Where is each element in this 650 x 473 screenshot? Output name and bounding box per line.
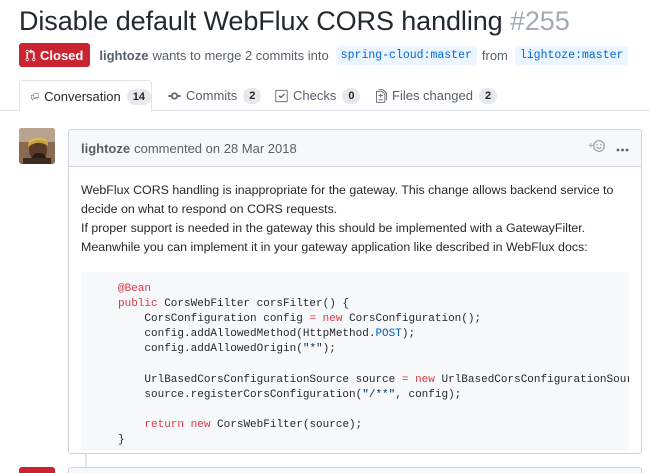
base-branch[interactable]: spring-cloud:master bbox=[335, 45, 477, 65]
code-token: UrlBasedCorsConfigurationSource source bbox=[118, 373, 402, 386]
svg-text:+: + bbox=[588, 141, 594, 152]
kebab-horizontal-icon[interactable] bbox=[616, 140, 629, 155]
head-branch[interactable]: lightoze:master bbox=[514, 45, 629, 65]
code-token: source.registerCorsConfiguration( bbox=[118, 388, 363, 401]
code-token: = bbox=[309, 313, 317, 326]
code-token: new bbox=[415, 373, 435, 386]
code-token: = bbox=[401, 373, 409, 386]
tab-files-changed-count: 2 bbox=[478, 87, 498, 104]
code-token: ); bbox=[322, 343, 336, 356]
comment-paragraph-2: If proper support is needed in the gatew… bbox=[81, 221, 588, 254]
comment-box: lightoze commented on 28 Mar 2018 + WebF… bbox=[68, 129, 642, 454]
code-token: , config); bbox=[395, 388, 462, 401]
code-token: return bbox=[144, 418, 185, 431]
code-token: @Bean bbox=[118, 283, 152, 295]
checks-icon bbox=[275, 89, 288, 102]
code-token: config.addAllowedOrigin( bbox=[118, 343, 303, 356]
file-diff-icon bbox=[376, 88, 387, 103]
tab-commits[interactable]: Commits 2 bbox=[168, 80, 262, 111]
pr-meta: Closed lightoze wants to merge 2 commits… bbox=[19, 43, 633, 67]
smiley-icon[interactable]: + bbox=[588, 139, 606, 156]
tab-checks[interactable]: Checks 0 bbox=[275, 80, 361, 111]
tab-commits-count: 2 bbox=[243, 87, 262, 104]
timeline-line bbox=[85, 454, 87, 468]
tab-files-changed-label: Files changed bbox=[392, 88, 473, 103]
tab-conversation-count: 14 bbox=[126, 88, 151, 105]
code-token: new bbox=[322, 313, 343, 326]
next-avatar[interactable] bbox=[19, 467, 55, 473]
code-token: } bbox=[118, 433, 125, 446]
code-token: CorsWebFilter corsFilter() { bbox=[157, 298, 350, 311]
code-token: UrlBasedCorsConfigurationSource( bbox=[441, 373, 629, 386]
from-text: from bbox=[481, 47, 508, 63]
comment-date[interactable]: commented on 28 Mar 2018 bbox=[134, 141, 297, 156]
git-commit-icon bbox=[168, 92, 181, 99]
pr-tabs: Conversation 14 Commits 2 Checks 0 Files… bbox=[0, 80, 650, 112]
merge-text: wants to merge 2 commits into bbox=[152, 47, 329, 63]
comment-discussion-icon bbox=[31, 92, 40, 101]
comment-author-link[interactable]: lightoze bbox=[81, 141, 130, 156]
comment-paragraph-1: WebFlux CORS handling is inappropriate f… bbox=[81, 183, 614, 216]
code-token: POST bbox=[375, 328, 402, 341]
code-token: CorsConfiguration config bbox=[118, 313, 310, 326]
code-token: "*" bbox=[302, 343, 323, 356]
tab-checks-label: Checks bbox=[293, 88, 337, 103]
code-token: public bbox=[118, 298, 158, 311]
tab-conversation-label: Conversation bbox=[44, 89, 121, 104]
tab-commits-label: Commits bbox=[186, 88, 238, 103]
pr-number: #255 bbox=[509, 6, 570, 36]
status-badge: Closed bbox=[19, 43, 91, 67]
comment-body: WebFlux CORS handling is inappropriate f… bbox=[69, 167, 641, 451]
pr-title-text: Disable default WebFlux CORS handling bbox=[19, 6, 503, 36]
code-block: @Bean public CorsWebFilter corsFilter() … bbox=[81, 272, 629, 451]
pr-title: Disable default WebFlux CORS handling #2… bbox=[19, 6, 570, 37]
next-timeline-item bbox=[68, 467, 642, 473]
git-pull-request-icon bbox=[25, 48, 36, 61]
code-token: CorsWebFilter(source); bbox=[210, 418, 363, 431]
comment-actions: + bbox=[588, 139, 629, 156]
code-token: ); bbox=[401, 328, 416, 341]
code-token: new bbox=[190, 418, 211, 431]
code-token: config.addAllowedMethod(HttpMethod. bbox=[118, 328, 376, 341]
status-text: Closed bbox=[40, 47, 84, 63]
comment-header: lightoze commented on 28 Mar 2018 + bbox=[69, 130, 641, 167]
avatar-image bbox=[19, 128, 55, 164]
tab-files-changed[interactable]: Files changed 2 bbox=[376, 80, 498, 111]
code-token: "/**" bbox=[362, 388, 396, 401]
code-token: CorsConfiguration(); bbox=[342, 313, 482, 326]
avatar[interactable] bbox=[19, 128, 55, 164]
pr-author-link[interactable]: lightoze bbox=[99, 48, 148, 63]
tab-conversation[interactable]: Conversation 14 bbox=[19, 80, 152, 112]
tab-checks-count: 0 bbox=[342, 87, 361, 104]
